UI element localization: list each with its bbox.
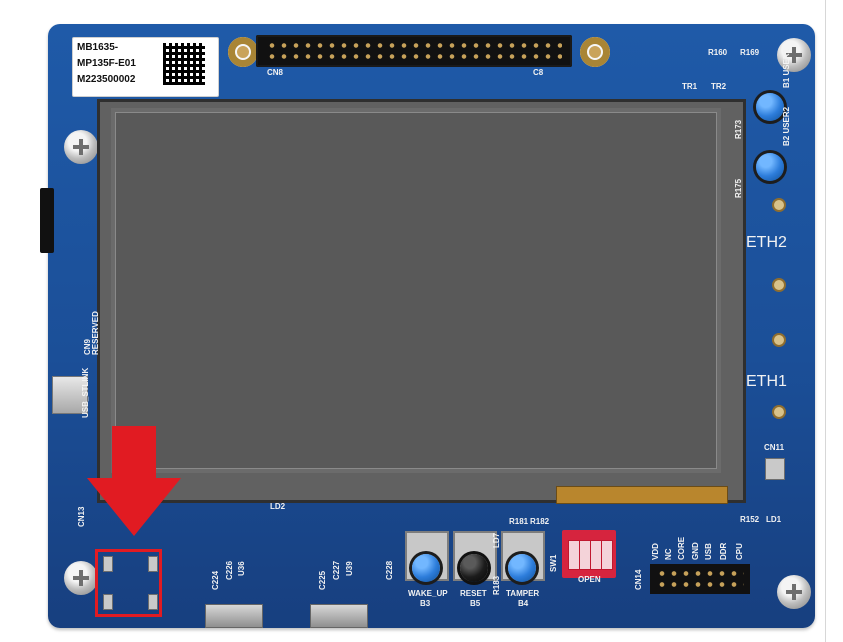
silk-c225: C225 <box>318 570 327 590</box>
silk-c227: C227 <box>332 560 341 580</box>
silk-wake-up: WAKE_UP <box>408 589 448 598</box>
page-divider <box>825 0 826 642</box>
silk-cn11: CN11 <box>764 443 785 452</box>
silk-r175: R175 <box>734 178 743 198</box>
silk-vdd: VDD <box>651 543 660 560</box>
screw-icon <box>777 575 811 609</box>
header-pins <box>266 40 562 62</box>
screw-icon <box>64 130 98 164</box>
silk-c224: C224 <box>211 570 220 590</box>
silk-r183: R183 <box>492 575 501 595</box>
silk-r182: R182 <box>530 517 550 526</box>
highlight-box <box>95 549 162 617</box>
side-connector <box>40 188 54 253</box>
arrow-shaft <box>112 426 156 478</box>
silk-cn13: CN13 <box>77 506 86 527</box>
photo-scene: MB1635- MP135F-E01 M223500002 CN8 C8 R16… <box>0 0 843 642</box>
silk-r173: R173 <box>734 119 743 139</box>
silk-ld2: LD2 <box>270 502 286 511</box>
board-id-line: MP135F-E01 <box>77 58 136 69</box>
red-arrow-icon <box>87 426 181 536</box>
silk-ld7: LD7 <box>492 532 501 548</box>
silk-tamper: TAMPER <box>506 589 540 598</box>
silk-c228: C228 <box>385 560 394 580</box>
lcd-display <box>115 112 717 469</box>
board-id-label: MB1635- MP135F-E01 M223500002 <box>72 37 219 97</box>
cn11-connector <box>765 458 785 480</box>
silk-cn9-reserved: CN9 RESERVED <box>83 311 100 355</box>
silk-reset: RESET <box>460 589 487 598</box>
usb-port[interactable] <box>205 604 263 628</box>
silk-c226: C226 <box>225 560 234 580</box>
user1-button[interactable] <box>756 93 784 121</box>
reset-button[interactable] <box>460 554 488 582</box>
silk-b4: B4 <box>518 599 529 608</box>
eth-pad <box>772 278 786 292</box>
silk-core: CORE <box>677 536 686 560</box>
silk-gnd: GND <box>691 542 700 560</box>
board-id-line: MB1635- <box>77 42 119 53</box>
usb-port[interactable] <box>310 604 368 628</box>
dip-switch[interactable] <box>562 530 616 578</box>
qr-code-icon <box>163 43 205 85</box>
mount-hole <box>228 37 258 67</box>
silk-usb-stlink: USB_STLINK <box>81 367 90 418</box>
silk-b3: B3 <box>420 599 431 608</box>
silk-r181: R181 <box>509 517 529 526</box>
eth-pad <box>772 198 786 212</box>
user2-button[interactable] <box>756 153 784 181</box>
silk-b2-user2: B2 USER2 <box>782 106 791 146</box>
silk-nc: NC <box>664 548 673 560</box>
silk-r160: R160 <box>708 48 728 57</box>
silk-b1-user1: B1 USER1 <box>782 48 791 88</box>
silk-cn14: CN14 <box>634 569 643 590</box>
dip-lever[interactable] <box>601 540 613 570</box>
wake-up-button[interactable] <box>412 554 440 582</box>
display-flex-cable <box>556 486 728 504</box>
silk-r169: R169 <box>740 48 760 57</box>
arrow-head <box>87 478 181 536</box>
silk-usb: USB <box>704 543 713 560</box>
silk-dip-open: OPEN <box>578 575 601 584</box>
eth-pad <box>772 333 786 347</box>
eth2-label: ETH2 <box>746 234 787 251</box>
silk-sw1: SW1 <box>549 554 558 572</box>
mount-hole <box>580 37 610 67</box>
silk-ddr: DDR <box>719 542 728 560</box>
screw-icon <box>64 561 98 595</box>
tamper-button[interactable] <box>508 554 536 582</box>
silk-r152: R152 <box>740 515 760 524</box>
silk-cpu: CPU <box>735 543 744 560</box>
eth-pad <box>772 405 786 419</box>
silk-c8: C8 <box>533 68 544 77</box>
board-id-line: M223500002 <box>77 74 136 85</box>
silk-u39: U39 <box>345 561 354 576</box>
silk-u36: U36 <box>237 561 246 576</box>
silk-ld1: LD1 <box>766 515 782 524</box>
silk-cn8: CN8 <box>267 68 284 77</box>
eth1-label: ETH1 <box>746 373 787 390</box>
silk-tr1: TR1 <box>682 82 698 91</box>
silk-tr2: TR2 <box>711 82 727 91</box>
silk-b5: B5 <box>470 599 481 608</box>
cn14-header <box>650 564 750 594</box>
